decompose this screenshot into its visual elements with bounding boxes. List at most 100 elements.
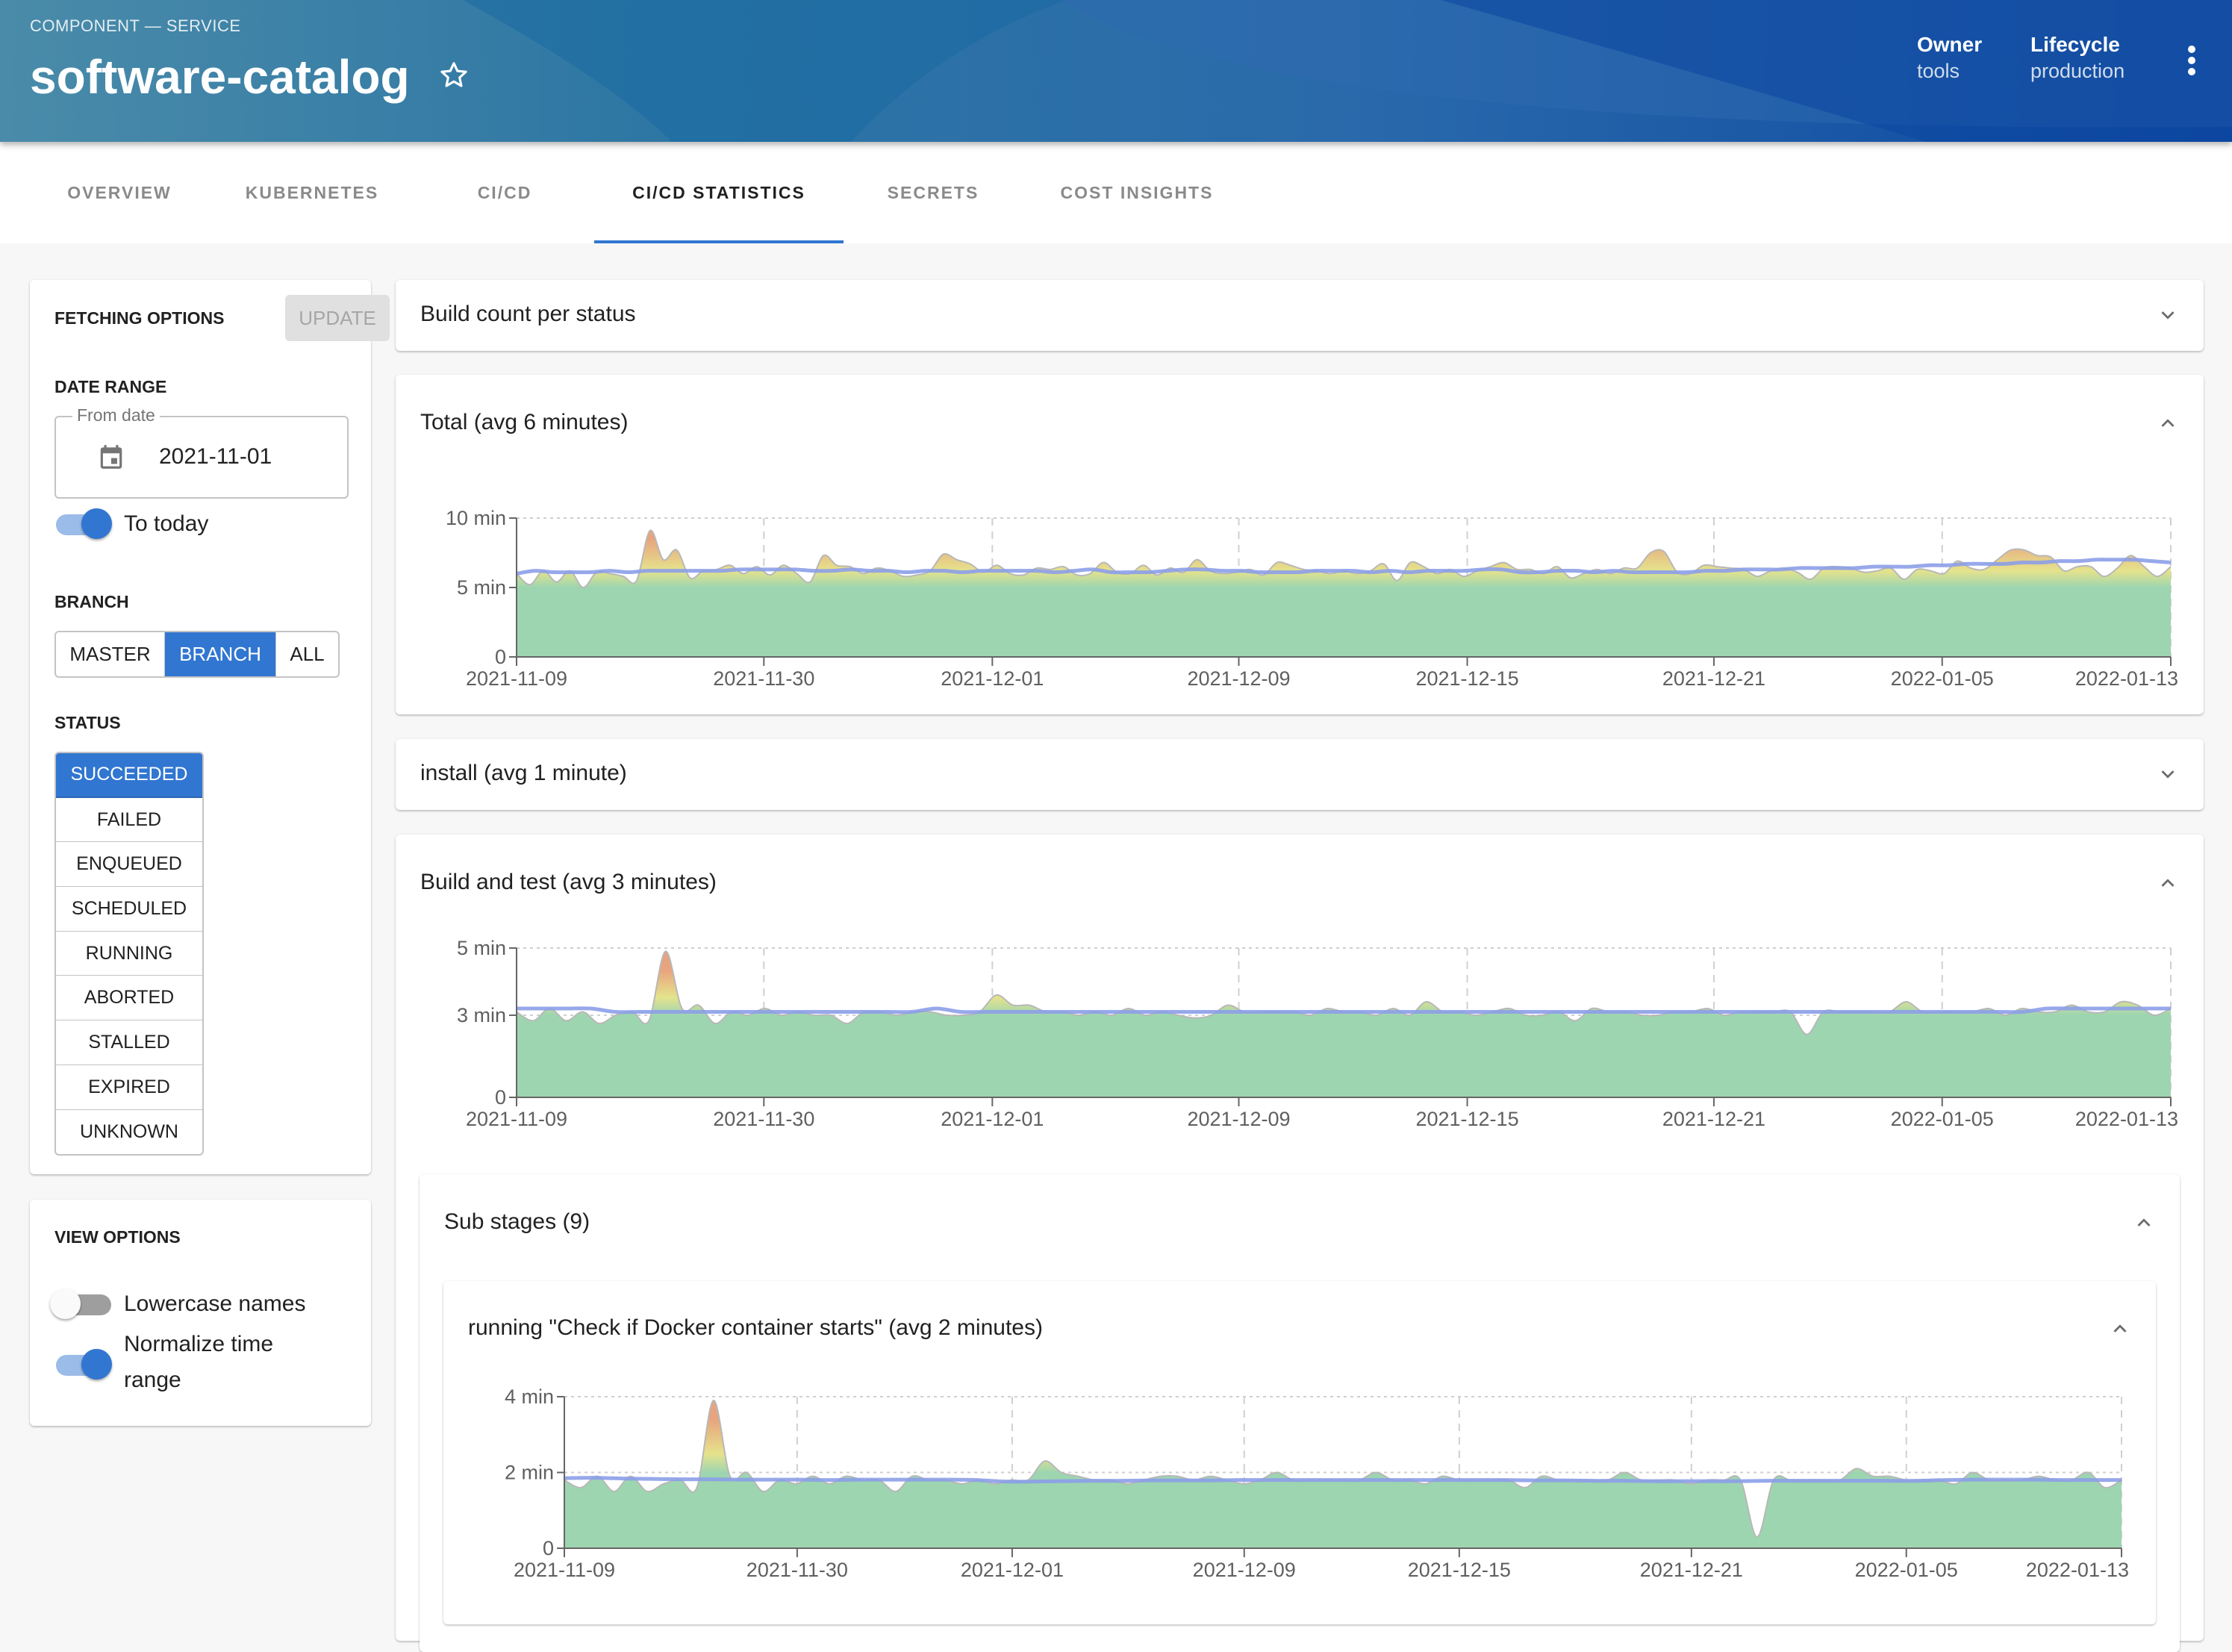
y-tick-label: 0 (495, 1086, 506, 1109)
more-vert-icon[interactable] (2180, 43, 2204, 78)
entity-kind: COMPONENT — SERVICE (30, 16, 241, 35)
normalize-time-range-switch[interactable] (54, 1349, 112, 1380)
status-option-aborted[interactable]: ABORTED (56, 976, 202, 1021)
update-button[interactable]: UPDATE (285, 295, 390, 341)
status-label: STATUS (54, 713, 121, 732)
x-tick-label: 2021-11-30 (713, 667, 814, 690)
sub-stages-title: Sub stages (9) (444, 1209, 590, 1234)
chevron-down-icon[interactable] (2155, 302, 2180, 328)
lowercase-names-label: Lowercase names (124, 1291, 306, 1316)
y-tick-label: 0 (543, 1537, 554, 1559)
y-tick-label: 3 min (457, 1004, 506, 1026)
build-and-test-panel: Build and test (avg 3 minutes) 03 min 5 m… (396, 835, 2204, 1652)
total-duration-chart: 0 5 min 10 min 2021-11-09 2021-11-30 2021-12-… (446, 507, 2178, 690)
status-option-expired[interactable]: EXPIRED (56, 1065, 202, 1110)
sub-stages-panel: Sub stages (9) running "Check if Docker … (420, 1174, 2180, 1652)
install-title: install (avg 1 minute) (420, 761, 627, 785)
status-option-enqueued[interactable]: ENQUEUED (56, 842, 202, 888)
owner-value[interactable]: tools (1917, 60, 1982, 83)
y-tick-label: 0 (495, 646, 506, 668)
from-date-label: From date (72, 405, 160, 426)
x-tick-label: 2021-12-01 (941, 667, 1044, 690)
lifecycle-meta: Lifecycle production (2030, 33, 2125, 83)
x-tick-label: 2022-01-13 (2075, 1108, 2178, 1130)
y-tick-label: 5 min (457, 937, 506, 959)
x-tick-label: 2021-12-15 (1415, 1108, 1518, 1130)
x-tick-label: 2021-12-09 (1187, 667, 1290, 690)
y-tick-label: 10 min (446, 507, 506, 529)
install-panel[interactable]: install (avg 1 minute) (396, 739, 2204, 810)
x-tick-label: 2021-11-09 (466, 1108, 567, 1130)
duration-area (517, 951, 2171, 1097)
y-tick-label: 4 min (505, 1386, 554, 1408)
view-options-title: VIEW OPTIONS (54, 1227, 181, 1247)
x-tick-label: 2022-01-13 (2026, 1559, 2129, 1581)
branch-option-master[interactable]: MASTER (56, 632, 165, 676)
tab-cicd[interactable]: CI/CD (415, 142, 594, 243)
branch-option-branch[interactable]: BRANCH (165, 632, 276, 676)
x-tick-label: 2021-12-15 (1408, 1559, 1511, 1581)
build-count-title: Build count per status (420, 302, 636, 326)
owner-label: Owner (1917, 33, 1983, 56)
status-option-succeeded[interactable]: SUCCEEDED (56, 753, 202, 798)
x-tick-label: 2021-12-21 (1662, 667, 1765, 690)
status-option-scheduled[interactable]: SCHEDULED (56, 887, 202, 932)
x-tick-label: 2022-01-05 (1891, 667, 1994, 690)
duration-area (564, 1400, 2122, 1548)
y-tick-label: 2 min (505, 1462, 554, 1484)
date-range-label: DATE RANGE (54, 377, 167, 396)
lifecycle-label: Lifecycle (2030, 33, 2120, 56)
branch-option-all[interactable]: ALL (276, 632, 338, 676)
x-tick-label: 2021-12-15 (1415, 667, 1518, 690)
star-outline-icon[interactable] (437, 58, 471, 93)
build-and-test-chart: 0 3 min 5 min 2021-11-09 2021-11-30 2021-12-0… (457, 937, 2178, 1130)
docker-substage-chart: 0 2 min 4 min 2021-11-09 2021-11-30 2021-12-0… (505, 1386, 2129, 1581)
tab-cost-insights[interactable]: COST INSIGHTS (1023, 142, 1251, 243)
lifecycle-value: production (2030, 60, 2125, 82)
total-panel: Total (avg 6 minutes) 05 min 10 min 2021-1… (396, 375, 2204, 714)
x-tick-label: 2021-11-30 (713, 1108, 814, 1130)
x-tick-label: 2021-11-09 (514, 1559, 615, 1581)
calendar-icon[interactable] (97, 443, 125, 471)
lowercase-names-switch[interactable] (50, 1288, 111, 1320)
branch-label: BRANCH (54, 592, 129, 611)
status-option-unknown[interactable]: UNKNOWN (56, 1110, 202, 1155)
view-options-card: VIEW OPTIONS Lowercase names Normalize t… (30, 1200, 371, 1426)
owner-meta: Owner tools (1917, 33, 1982, 83)
chevron-up-icon[interactable] (2131, 1210, 2157, 1235)
y-tick-label: 5 min (457, 576, 506, 599)
x-tick-label: 2021-11-09 (466, 667, 567, 690)
build-count-panel[interactable]: Build count per status (396, 280, 2204, 351)
status-option-running[interactable]: RUNNING (56, 932, 202, 976)
chevron-down-icon[interactable] (2155, 761, 2180, 787)
duration-area (517, 530, 2171, 657)
tab-overview[interactable]: OVERVIEW (30, 142, 209, 243)
x-tick-label: 2021-11-30 (746, 1559, 848, 1581)
x-tick-label: 2021-12-09 (1193, 1559, 1296, 1581)
fetching-options-title: FETCHING OPTIONS (54, 308, 225, 328)
to-today-switch[interactable] (54, 508, 112, 540)
x-tick-label: 2022-01-13 (2075, 667, 2178, 690)
branch-toggle-group: MASTER BRANCH ALL (54, 631, 340, 678)
docker-substage-panel: running "Check if Docker container start… (443, 1281, 2156, 1624)
to-today-label: To today (124, 511, 209, 536)
entity-header: COMPONENT — SERVICE software-catalog Own… (0, 0, 2232, 142)
status-toggle-group: SUCCEEDED FAILED ENQUEUED SCHEDULED RUNN… (54, 752, 204, 1156)
from-date-value[interactable]: 2021-11-01 (159, 444, 272, 470)
x-tick-label: 2021-12-21 (1662, 1108, 1765, 1130)
page-title: software-catalog (30, 50, 410, 104)
tab-kubernetes[interactable]: KUBERNETES (216, 142, 408, 243)
x-tick-label: 2022-01-05 (1891, 1108, 1994, 1130)
x-tick-label: 2021-12-01 (961, 1559, 1064, 1581)
tab-cicd-statistics[interactable]: CI/CD STATISTICS (594, 142, 844, 243)
x-tick-label: 2022-01-05 (1855, 1559, 1958, 1581)
fetching-options-card: FETCHING OPTIONS UPDATE DATE RANGE From … (30, 280, 390, 1174)
tab-bar: OVERVIEW KUBERNETES CI/CD CI/CD STATISTI… (0, 142, 2232, 243)
normalize-time-range-label: Normalize time range (124, 1332, 274, 1392)
from-date-field[interactable]: From date 2021-11-01 (54, 405, 349, 499)
tab-secrets[interactable]: SECRETS (851, 142, 1015, 243)
status-option-stalled[interactable]: STALLED (56, 1020, 202, 1065)
x-tick-label: 2021-12-09 (1187, 1108, 1290, 1130)
status-option-failed[interactable]: FAILED (56, 798, 202, 843)
x-tick-label: 2021-12-21 (1640, 1559, 1743, 1581)
